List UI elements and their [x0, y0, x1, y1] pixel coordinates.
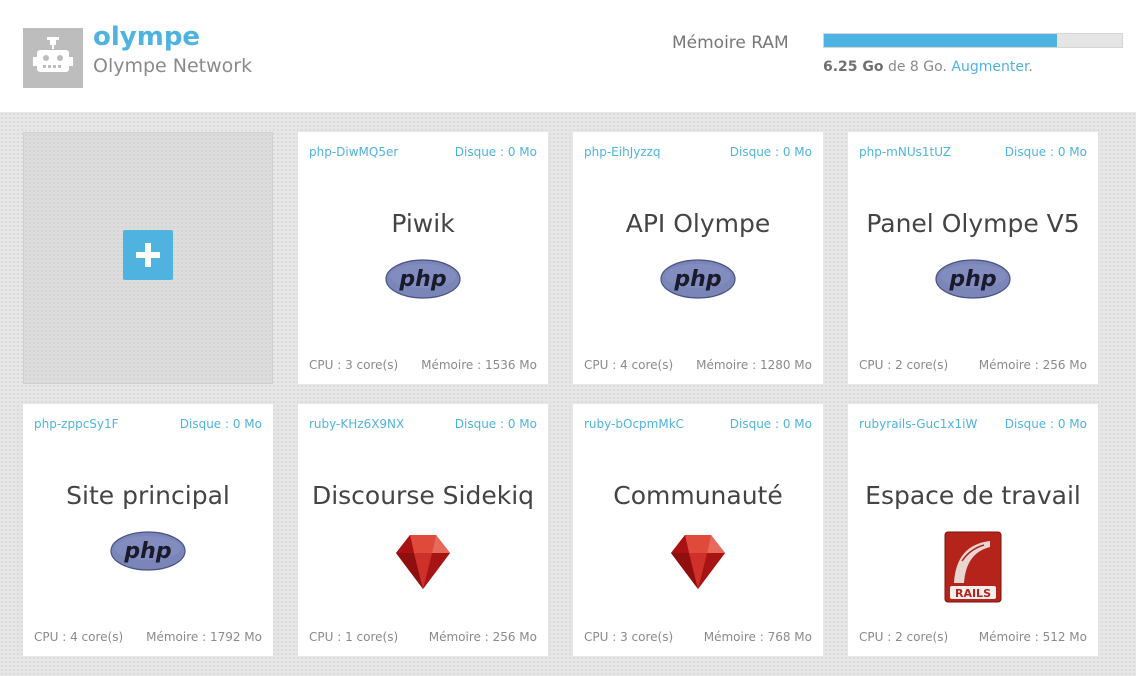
container-title: Communauté: [613, 481, 783, 510]
memory-info: Mémoire : 1536 Mo: [421, 358, 537, 372]
cpu-info: CPU : 4 core(s): [34, 630, 124, 644]
plus-icon[interactable]: [123, 230, 173, 280]
upgrade-ram-link[interactable]: Augmenter: [951, 59, 1028, 75]
ruby-logo-icon: [392, 531, 454, 598]
ram-usage-text: 6.25 Go de 8 Go. Augmenter.: [823, 59, 1033, 75]
php-logo-icon: php: [385, 259, 461, 304]
container-title: Panel Olympe V5: [866, 209, 1080, 238]
memory-info: Mémoire : 256 Mo: [978, 358, 1087, 372]
ram-label: Mémoire RAM: [672, 33, 789, 53]
memory-info: Mémoire : 256 Mo: [428, 630, 537, 644]
svg-text:php: php: [948, 267, 996, 292]
container-title: Espace de travail: [865, 481, 1081, 510]
php-logo-icon: php: [110, 531, 186, 576]
memory-info: Mémoire : 1280 Mo: [696, 358, 812, 372]
container-id[interactable]: ruby-bOcpmMkC: [584, 417, 684, 431]
container-title: Piwik: [391, 209, 455, 238]
container-title: Site principal: [66, 481, 230, 510]
top-header: olympe Olympe Network Mémoire RAM 6.25 G…: [0, 0, 1136, 112]
container-card[interactable]: ruby-KHz6X9NX Disque : 0 Mo Discourse Side…: [298, 404, 548, 656]
svg-text:php: php: [398, 267, 446, 292]
period: .: [1028, 59, 1033, 75]
cpu-info: CPU : 4 core(s): [584, 358, 674, 372]
container-title: API Olympe: [625, 209, 771, 238]
ram-total-value: de 8 Go.: [887, 59, 947, 75]
container-id[interactable]: php-mNUs1tUZ: [859, 145, 951, 159]
cpu-info: CPU : 2 core(s): [859, 358, 949, 372]
container-id[interactable]: ruby-KHz6X9NX: [309, 417, 404, 431]
container-title: Discourse Sidekiq: [311, 481, 535, 510]
container-card[interactable]: php-mNUs1tUZ Disque : 0 Mo Panel Olympe V5…: [848, 132, 1098, 384]
cpu-info: CPU : 2 core(s): [859, 630, 949, 644]
rails-logo-icon: RAILS: [944, 531, 1002, 608]
cpu-info: CPU : 3 core(s): [309, 358, 399, 372]
container-card[interactable]: php-zppcSy1F Disque : 0 Mo Site principal p…: [23, 404, 273, 656]
brand-name[interactable]: olympe: [93, 22, 200, 52]
container-card[interactable]: rubyrails-Guc1x1iW Disque : 0 Mo Espace de…: [848, 404, 1098, 656]
svg-text:RAILS: RAILS: [955, 587, 991, 600]
disk-usage: Disque : 0 Mo: [1004, 145, 1087, 159]
container-id[interactable]: php-DiwMQ5er: [309, 145, 398, 159]
container-id[interactable]: php-EihJyzzq: [584, 145, 661, 159]
ruby-logo-icon: [667, 531, 729, 598]
brand-subtitle: Olympe Network: [93, 55, 253, 77]
ram-progress-fill: [824, 34, 1057, 47]
disk-usage: Disque : 0 Mo: [1004, 417, 1087, 431]
container-id[interactable]: php-zppcSy1F: [34, 417, 119, 431]
svg-text:php: php: [673, 267, 721, 292]
memory-info: Mémoire : 768 Mo: [703, 630, 812, 644]
disk-usage: Disque : 0 Mo: [454, 417, 537, 431]
memory-info: Mémoire : 1792 Mo: [146, 630, 262, 644]
container-card[interactable]: php-DiwMQ5er Disque : 0 Mo Piwik php CPU : 3…: [298, 132, 548, 384]
svg-text:php: php: [123, 539, 171, 564]
cpu-info: CPU : 1 core(s): [309, 630, 399, 644]
container-card[interactable]: php-EihJyzzq Disque : 0 Mo API Olympe php CP…: [573, 132, 823, 384]
disk-usage: Disque : 0 Mo: [454, 145, 537, 159]
ram-progress-bar: [823, 33, 1123, 48]
cpu-info: CPU : 3 core(s): [584, 630, 674, 644]
php-logo-icon: php: [660, 259, 736, 304]
add-container-card[interactable]: [23, 132, 273, 384]
disk-usage: Disque : 0 Mo: [729, 417, 812, 431]
container-id[interactable]: rubyrails-Guc1x1iW: [859, 417, 977, 431]
robot-avatar-icon: [23, 28, 83, 88]
ram-used-value: 6.25 Go: [823, 59, 884, 75]
disk-usage: Disque : 0 Mo: [729, 145, 812, 159]
container-card[interactable]: ruby-bOcpmMkC Disque : 0 Mo Communauté CPU …: [573, 404, 823, 656]
php-logo-icon: php: [935, 259, 1011, 304]
memory-info: Mémoire : 512 Mo: [978, 630, 1087, 644]
disk-usage: Disque : 0 Mo: [179, 417, 262, 431]
